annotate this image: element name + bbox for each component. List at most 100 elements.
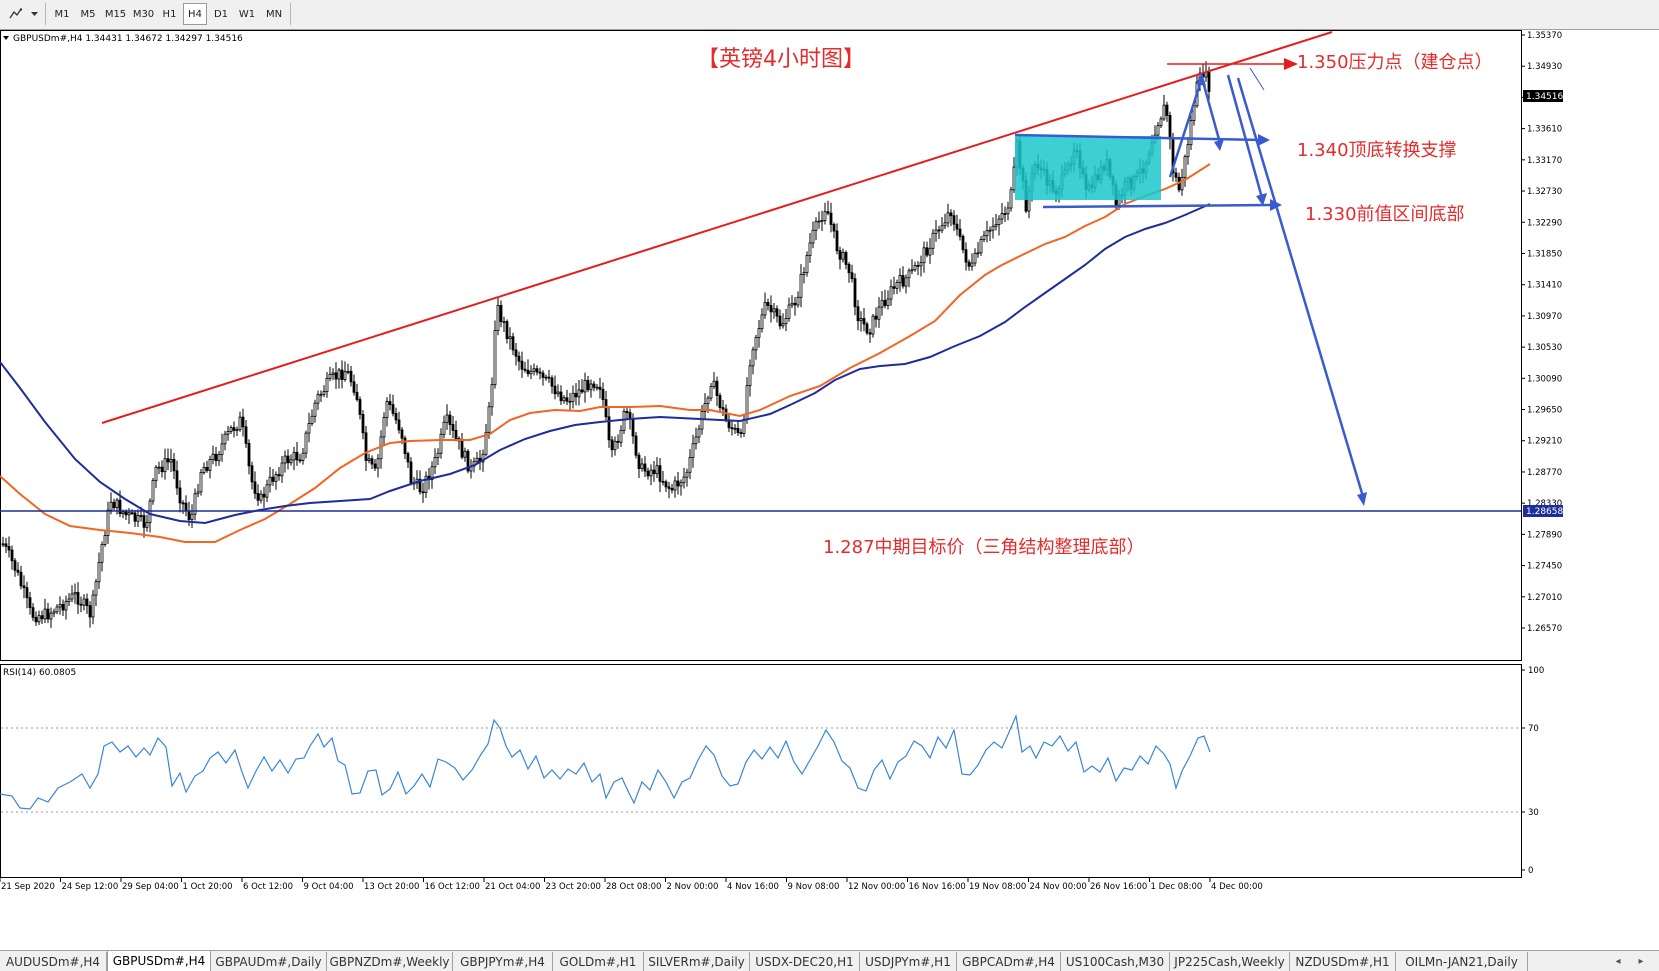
candle-body [196,491,200,495]
candle-body [13,560,17,571]
timeframe-m1[interactable]: M1 [50,3,74,25]
candle-body [205,466,209,471]
candle-body [34,617,38,623]
time-tick-label: 28 Oct 08:00 [606,882,661,892]
candle-body [343,371,347,380]
tab-gbpjpy-h4[interactable]: GBPJPYm#,H4 [453,952,553,971]
chart-canvas[interactable]: 1.353701.349301.340501.336101.331701.327… [0,30,1659,950]
candle-body [520,360,524,370]
candle-body [739,432,743,434]
candle-body [370,458,374,465]
candle-body [358,399,362,415]
candle-body [658,465,662,482]
time-tick-label: 16 Oct 12:00 [425,882,480,892]
candle-body [973,252,977,264]
candle-body [673,480,677,491]
candle-body [187,510,191,520]
tab-us100-m30[interactable]: US100Cash,M30 [1061,952,1170,971]
hline-price-label: 1.28658 [1526,507,1563,517]
scroll-right-icon[interactable]: ▸ [1630,952,1652,971]
tab-jp225-weekly[interactable]: JP225Cash,Weekly [1170,952,1290,971]
price-tick-label: 1.31410 [1527,281,1562,291]
candle-body [115,499,119,509]
price-tick-label: 1.29650 [1527,406,1562,416]
candle-body [493,330,497,386]
tab-gbpnzd-weekly[interactable]: GBPNZDm#,Weekly [327,952,453,971]
candle-body [793,302,797,306]
candle-body [160,466,164,473]
candle-body [562,397,566,402]
candle-body [949,212,953,217]
candle-body [526,369,530,375]
candle-body [691,443,695,458]
candle-body [913,265,917,271]
timeframe-m5[interactable]: M5 [76,3,100,25]
candle-body [640,463,644,470]
candle-body [1003,213,1007,215]
candle-body [496,305,500,331]
candle-body [199,472,203,493]
timeframe-m30[interactable]: M30 [130,3,157,25]
tab-oil-daily[interactable]: OILMn-JAN21,Daily [1396,952,1528,971]
tab-gbpaud-daily[interactable]: GBPAUDm#,Daily [211,952,327,971]
candle-body [982,235,986,240]
candle-body [382,417,386,438]
timeframe-m15[interactable]: M15 [102,3,129,25]
candle-body [277,474,281,477]
candle-body [352,381,356,393]
tab-silver-daily[interactable]: SILVERm#,Daily [644,952,750,971]
tab-gbpusd-h4[interactable]: GBPUSDm#,H4 [107,951,211,971]
candle-body [967,261,971,267]
candle-body [655,465,659,475]
candle-body [130,512,134,515]
tab-usdjpy-h1[interactable]: USDJPYm#,H1 [860,952,957,971]
candle-body [511,336,515,351]
price-tick-label: 1.35370 [1527,31,1562,41]
candle-body [1006,207,1010,215]
tab-nzdusd-h1[interactable]: NZDUSDm#,H1 [1290,952,1396,971]
bid-price-label: 1.34516 [1526,92,1563,102]
candle-body [919,262,923,267]
rsi-plot-frame [0,664,1522,878]
candle-body [580,389,584,393]
toolbar-separator [45,3,46,25]
candle-body [181,502,185,505]
candle-body [1168,115,1172,140]
candle-body [1156,125,1160,136]
candle-body [142,515,146,528]
candle-body [835,230,839,252]
scroll-left-icon[interactable]: ◂ [1607,952,1629,971]
candle-body [409,461,413,484]
candle-body [406,453,410,463]
candle-body [946,212,950,224]
chevron-down-icon[interactable] [28,3,40,25]
crosshair-tools-icon[interactable] [4,3,28,25]
candle-body [610,439,614,451]
rsi-axis: 100 70 30 0 [1521,666,1544,876]
timeframe-mn[interactable]: MN [261,3,287,25]
tab-audusd-h4[interactable]: AUDUSDm#,H4 [0,952,107,971]
candle-body [637,454,641,470]
candle-body [742,419,746,434]
chart-window[interactable]: 1.353701.349301.340501.336101.331701.327… [0,30,1659,950]
candle-body [700,411,704,430]
candle-body [994,224,998,227]
candle-body [790,302,794,306]
candle-body [535,368,539,373]
time-tick-label: 24 Sep 12:00 [62,882,119,892]
candle-body [202,466,206,473]
timeframe-w1[interactable]: W1 [235,3,259,25]
tab-gold-h1[interactable]: GOLDm#,H1 [553,952,644,971]
tab-usdx-h1[interactable]: USDX-DEC20,H1 [750,952,860,971]
rsi-tick-label: 70 [1528,724,1539,734]
candle-body [79,603,83,606]
candle-body [91,594,95,618]
timeframe-h1[interactable]: H1 [158,3,181,25]
tab-gbpcad-h4[interactable]: GBPCADm#,H4 [957,952,1061,971]
candle-body [775,308,779,317]
timeframe-h4[interactable]: H4 [183,3,207,25]
timeframe-d1[interactable]: D1 [209,3,233,25]
consolidation-box[interactable] [1015,136,1161,200]
candle-body [505,321,509,340]
candle-body [997,218,1001,226]
